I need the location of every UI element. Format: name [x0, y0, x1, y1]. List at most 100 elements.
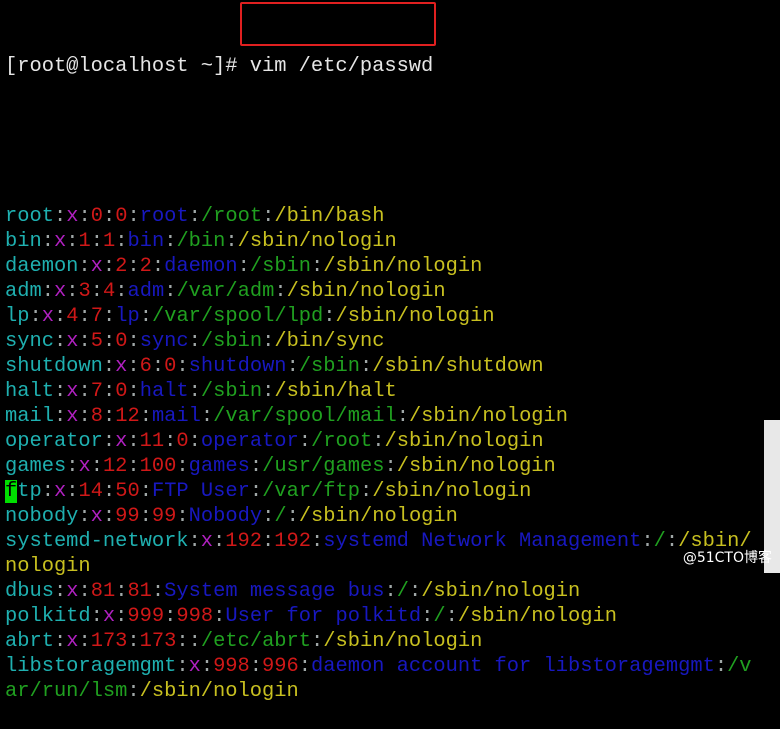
entry-field: 1	[102, 230, 116, 253]
entry-field: :	[102, 430, 116, 453]
entry-field: x	[66, 330, 79, 353]
entry-field: :	[90, 280, 103, 303]
entry-field: :	[188, 430, 201, 453]
entry-field: /sbin/nologin	[408, 405, 569, 428]
entry-field: :	[102, 480, 116, 503]
entry-field: systemd-network	[5, 530, 189, 553]
entry-field: /sbin	[200, 380, 263, 403]
passwd-entry: bin:x:1:1:bin:/bin:/sbin/nologin	[5, 229, 764, 254]
entry-field: :	[66, 280, 79, 303]
entry-field: x	[200, 530, 214, 553]
entry-field: :	[714, 655, 728, 678]
entry-field: :	[225, 230, 238, 253]
entry-field: :	[53, 305, 67, 328]
entry-field: :	[78, 205, 91, 228]
entry-field: tp	[17, 480, 42, 503]
entry-field: 81	[90, 580, 116, 603]
entry-field: systemd Network Management	[323, 530, 642, 553]
entry-field: :	[262, 530, 275, 553]
entry-field: :	[78, 505, 91, 528]
scrollbar[interactable]	[764, 0, 780, 573]
entry-field: /	[274, 505, 287, 528]
entry-field: :	[78, 405, 91, 428]
entry-field: x	[53, 480, 67, 503]
entry-field: /sbin/nologin	[237, 230, 397, 253]
passwd-entry: dbus:x:81:81:System message bus:/:/sbin/…	[5, 579, 764, 604]
entry-field: 173	[90, 630, 128, 653]
entry-field: /sbin/nologin	[286, 280, 446, 303]
passwd-entry: systemd-network:x:192:192:systemd Networ…	[5, 529, 764, 579]
entry-field: daemon account for libstoragemgmt	[311, 655, 715, 678]
entry-field: System message bus	[164, 580, 385, 603]
entry-field: :	[41, 480, 54, 503]
entry-field: :	[249, 455, 263, 478]
entry-field: lp	[115, 305, 140, 328]
entry-field: :	[102, 205, 116, 228]
entry-field: shutdown	[5, 355, 103, 378]
entry-field: :	[78, 305, 91, 328]
entry-field: :	[102, 305, 116, 328]
entry-field: /sbin/shutdown	[372, 355, 544, 378]
entry-field: sync	[5, 330, 54, 353]
passwd-entry: ftp:x:14:50:FTP User:/var/ftp:/sbin/nolo…	[5, 479, 764, 504]
entry-field: :	[323, 305, 336, 328]
entry-field: root	[139, 205, 189, 228]
entry-field: :	[188, 380, 201, 403]
entry-field: /sbin/nologin	[396, 455, 556, 478]
entry-field: 6	[139, 355, 152, 378]
entry-field: :	[53, 380, 67, 403]
entry-field: /sbin	[249, 255, 312, 278]
entry-field: x	[53, 280, 67, 303]
entry-field: :	[164, 230, 177, 253]
entry-field: :	[151, 355, 165, 378]
entry-field: 99	[115, 505, 140, 528]
entry-field: mail	[5, 405, 54, 428]
entry-field: 2	[139, 255, 152, 278]
passwd-entry: adm:x:3:4:adm:/var/adm:/sbin/nologin	[5, 279, 764, 304]
entry-field: :	[249, 480, 263, 503]
entry-field: 173	[139, 630, 177, 653]
entry-field: /bin	[176, 230, 226, 253]
entry-field: x	[66, 580, 79, 603]
entry-field: halt	[139, 380, 189, 403]
entry-field: :	[213, 605, 226, 628]
entry-field: /	[396, 580, 409, 603]
entry-field: :	[53, 205, 67, 228]
entry-field: :	[53, 405, 67, 428]
entry-field: :	[360, 355, 373, 378]
entry-field: :	[102, 405, 116, 428]
entry-field: :	[286, 355, 299, 378]
entry-field: :	[127, 330, 140, 353]
entry-field: Nobody	[188, 505, 263, 528]
entry-field: :	[78, 330, 91, 353]
entry-field: 12	[115, 405, 140, 428]
entry-field: :	[127, 680, 140, 703]
entry-field: :	[127, 205, 140, 228]
entry-field: 998	[176, 605, 214, 628]
entry-field: x	[90, 255, 103, 278]
entry-field: 3	[78, 280, 91, 303]
entry-field: root	[5, 205, 54, 228]
entry-field: adm	[127, 280, 165, 303]
entry-field: :	[127, 255, 140, 278]
entry-field: :	[188, 630, 201, 653]
entry-field: :	[151, 255, 165, 278]
entry-field: operator	[5, 430, 103, 453]
entry-field: /sbin/nologin	[298, 505, 458, 528]
entry-field: shutdown	[188, 355, 287, 378]
entry-field: /sbin/halt	[274, 380, 397, 403]
entry-field: :	[298, 430, 312, 453]
passwd-entry: operator:x:11:0:operator:/root:/sbin/nol…	[5, 429, 764, 454]
entry-field: x	[66, 380, 79, 403]
entry-field: :	[188, 530, 201, 553]
entry-field: :	[102, 255, 116, 278]
terminal-output[interactable]: [root@localhost ~]# vim /etc/passwd root…	[5, 4, 764, 729]
entry-field: :	[286, 505, 299, 528]
entry-field: :	[274, 280, 287, 303]
entry-field: 192	[274, 530, 311, 553]
entry-field: 5	[90, 330, 103, 353]
entry-field: /sbin/nologin	[139, 680, 299, 703]
entry-field: 0	[115, 380, 128, 403]
entry-field: sync	[139, 330, 189, 353]
passwd-entry: libstoragemgmt:x:998:996:daemon account …	[5, 654, 764, 704]
